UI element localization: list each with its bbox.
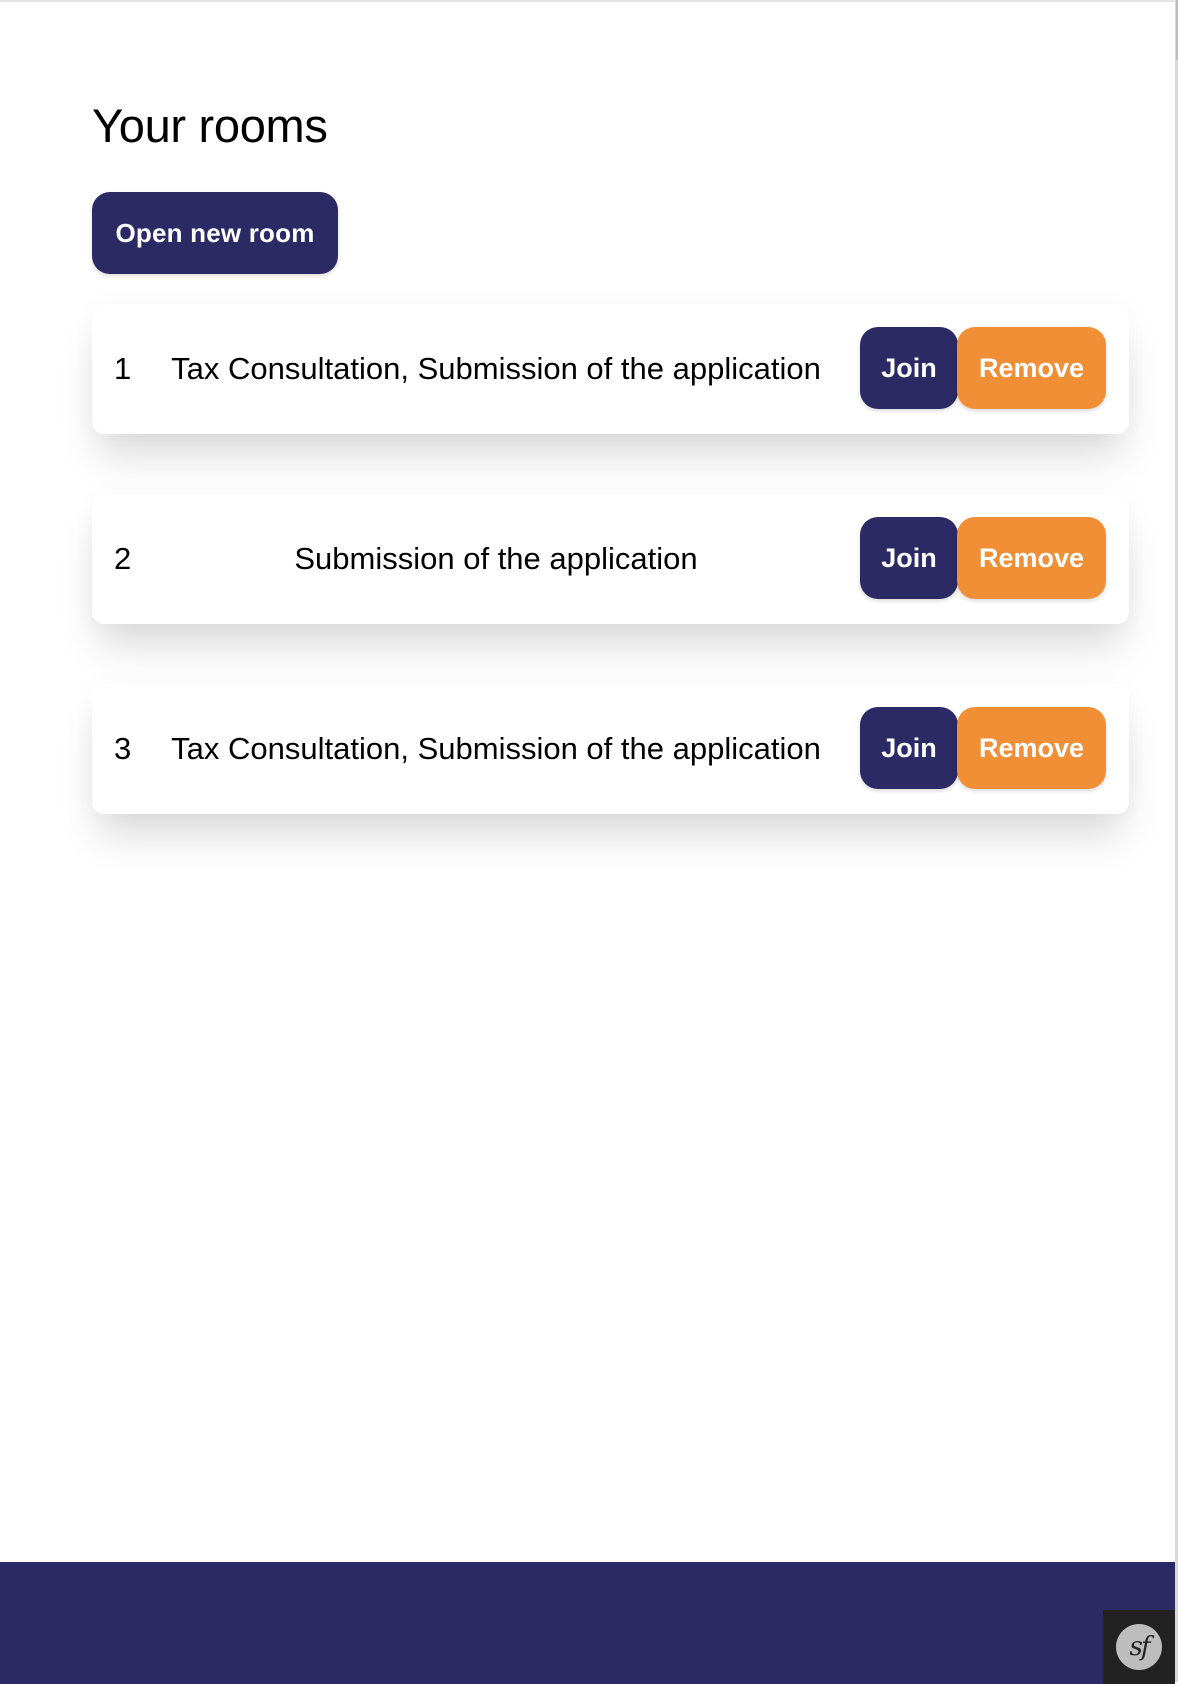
remove-room-button[interactable]: Remove xyxy=(957,707,1106,789)
page-title: Your rooms xyxy=(92,99,328,152)
app-viewport: Your rooms Open new room 1 Tax Consultat… xyxy=(0,0,1175,1684)
symfony-logo-text: sf xyxy=(1129,1632,1151,1662)
remove-room-button[interactable]: Remove xyxy=(957,327,1106,409)
room-name: Tax Consultation, Submission of the appl… xyxy=(171,351,821,386)
room-card: 3 Tax Consultation, Submission of the ap… xyxy=(92,684,1129,814)
room-card: 1 Tax Consultation, Submission of the ap… xyxy=(92,304,1129,434)
room-index: 1 xyxy=(114,351,132,386)
room-index: 2 xyxy=(114,541,132,576)
join-room-button[interactable]: Join xyxy=(860,517,958,599)
room-name: Submission of the application xyxy=(294,541,698,576)
room-index: 3 xyxy=(114,731,132,766)
room-card: 2 Submission of the application Join Rem… xyxy=(92,494,1129,624)
remove-room-button[interactable]: Remove xyxy=(957,517,1106,599)
page-footer xyxy=(0,1562,1175,1684)
room-name: Tax Consultation, Submission of the appl… xyxy=(171,731,821,766)
symfony-logo-icon: sf xyxy=(1116,1624,1162,1670)
debug-toolbar-toggle[interactable]: sf xyxy=(1103,1610,1175,1684)
join-room-button[interactable]: Join xyxy=(860,327,958,409)
join-room-button[interactable]: Join xyxy=(860,707,958,789)
open-new-room-button[interactable]: Open new room xyxy=(92,192,338,274)
